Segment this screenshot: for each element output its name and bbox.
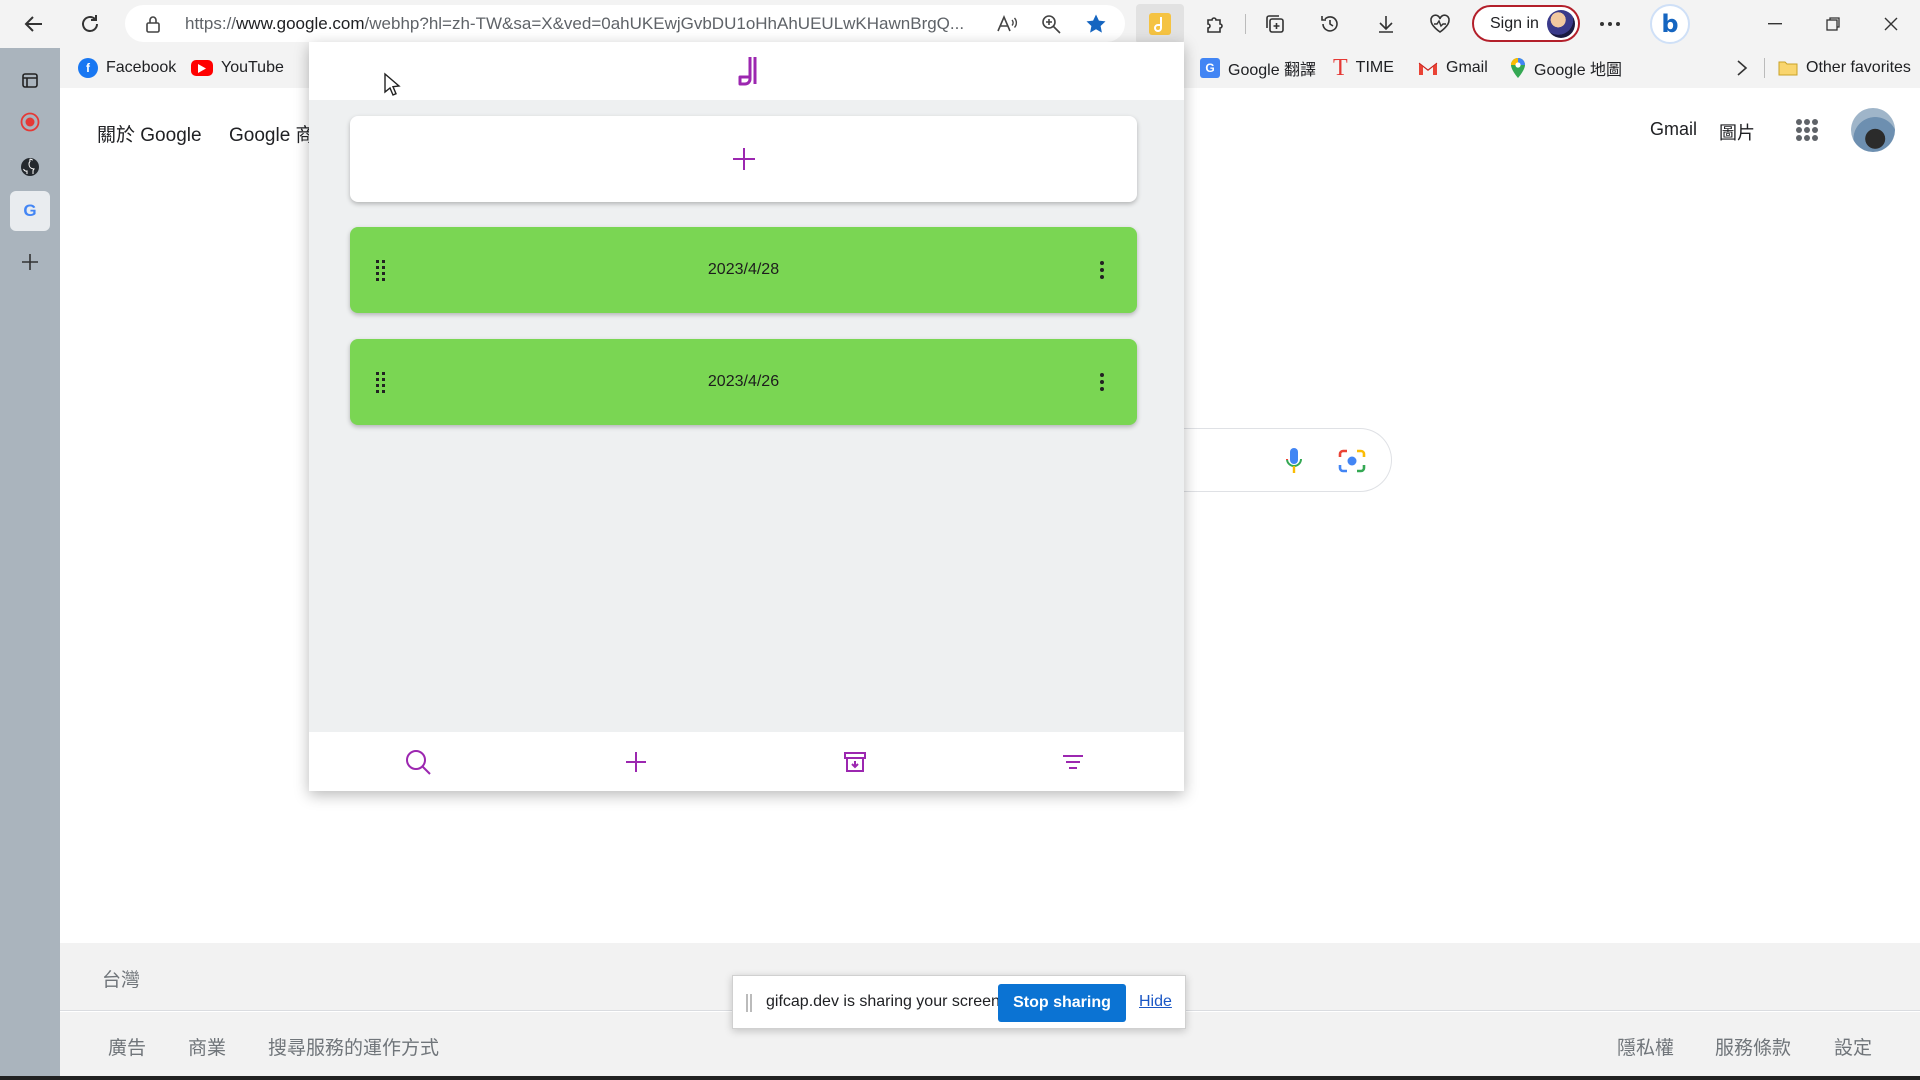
puzzle-icon[interactable] — [1197, 6, 1233, 42]
restore-icon[interactable] — [1810, 8, 1856, 40]
download-icon[interactable] — [1368, 6, 1404, 42]
browser-toolbar: https://www.google.com/webhp?hl=zh-TW&sa… — [0, 0, 1920, 48]
note-card[interactable]: 2023/4/28 — [350, 227, 1137, 313]
microphone-icon[interactable] — [1285, 447, 1303, 475]
more-vertical-icon[interactable] — [1095, 255, 1109, 285]
camera-search-icon[interactable] — [1338, 449, 1366, 473]
search-icon[interactable] — [398, 744, 438, 780]
note-title: 2023/4/28 — [707, 261, 780, 278]
gmail-icon — [1418, 61, 1438, 76]
favorites-divider — [1764, 58, 1765, 78]
sharing-message: gifcap.dev is sharing your screen. — [766, 993, 1005, 1010]
google-maps-icon — [1510, 57, 1526, 79]
google-store-link[interactable]: Google 商 — [229, 120, 309, 147]
google-translate-icon: G — [1200, 58, 1220, 78]
tab-google-icon[interactable]: G — [10, 191, 50, 231]
footer-how-search-works-link[interactable]: 搜尋服務的運作方式 — [268, 1033, 439, 1060]
favorite-label: TIME — [1355, 59, 1394, 76]
screen-sharing-bar: gifcap.dev is sharing your screen. Stop … — [732, 975, 1186, 1029]
menu-icon[interactable] — [1053, 744, 1093, 780]
close-icon[interactable] — [1868, 8, 1914, 40]
hide-link[interactable]: Hide — [1139, 993, 1172, 1011]
mouse-cursor — [383, 72, 403, 98]
zoom-icon[interactable] — [1039, 12, 1063, 36]
app-logo-icon — [733, 55, 761, 87]
profile-avatar — [1547, 10, 1575, 38]
favorite-time[interactable]: T TIME — [1333, 54, 1394, 81]
note-title: 2023/4/26 — [707, 373, 780, 390]
footer-business-link[interactable]: 商業 — [188, 1033, 226, 1060]
bing-icon[interactable]: b — [1650, 4, 1690, 44]
drag-grip-icon[interactable] — [746, 994, 752, 1012]
about-google-link[interactable]: 關於 Google — [97, 120, 202, 147]
time-icon: T — [1333, 54, 1348, 81]
favorite-google-translate[interactable]: G Google 翻譯 — [1200, 56, 1316, 80]
tab-actions-icon[interactable] — [10, 60, 50, 100]
add-icon[interactable] — [616, 744, 656, 780]
extension-icon[interactable] — [1136, 4, 1184, 44]
google-apps-icon[interactable] — [1796, 119, 1818, 141]
favorite-label: Google 翻譯 — [1228, 62, 1317, 79]
reload-icon[interactable] — [72, 6, 108, 42]
youtube-icon — [191, 60, 213, 76]
note-card[interactable]: 2023/4/26 — [350, 339, 1137, 425]
tab-recording-icon[interactable] — [10, 102, 50, 142]
chevron-right-icon[interactable] — [1736, 56, 1748, 80]
vertical-tabs-sidebar: G — [0, 48, 60, 1080]
footer-privacy-link[interactable]: 隱私權 — [1617, 1033, 1674, 1060]
favorite-label: Google 地圖 — [1534, 62, 1623, 79]
favorite-google-maps[interactable]: Google 地圖 — [1510, 56, 1622, 80]
lock-icon[interactable] — [145, 15, 161, 33]
more-vertical-icon[interactable] — [1095, 367, 1109, 397]
history-icon[interactable] — [1312, 6, 1348, 42]
favorite-gmail[interactable]: Gmail — [1418, 56, 1488, 80]
back-arrow-icon[interactable] — [16, 6, 52, 42]
other-favorites-label: Other favorites — [1806, 59, 1911, 76]
favorite-label: YouTube — [221, 59, 284, 76]
stop-sharing-button[interactable]: Stop sharing — [998, 984, 1126, 1022]
tab-github-icon[interactable] — [10, 147, 50, 187]
other-favorites[interactable]: Other favorites — [1778, 56, 1911, 80]
toolbar-divider — [1245, 14, 1246, 34]
images-link[interactable]: 圖片 — [1719, 119, 1755, 145]
new-tab-icon[interactable] — [10, 242, 50, 282]
heartbeat-icon[interactable] — [1422, 6, 1458, 42]
favorite-label: Gmail — [1446, 59, 1488, 76]
star-icon[interactable] — [1084, 12, 1108, 36]
footer-terms-link[interactable]: 服務條款 — [1715, 1033, 1791, 1060]
read-aloud-icon[interactable] — [995, 12, 1019, 36]
favorite-label: Facebook — [106, 59, 177, 76]
notes-extension-popup: 2023/4/28 2023/4/26 — [309, 42, 1184, 791]
facebook-icon: f — [78, 58, 98, 78]
archive-icon[interactable] — [835, 744, 875, 780]
popup-header — [309, 42, 1184, 100]
sign-in-button[interactable]: Sign in — [1472, 5, 1580, 42]
more-icon[interactable] — [1592, 6, 1628, 42]
screen-bottom-edge — [0, 1076, 1920, 1080]
plus-icon — [731, 146, 757, 172]
gmail-link[interactable]: Gmail — [1650, 119, 1697, 140]
popup-bottom-nav — [309, 732, 1184, 791]
collections-icon[interactable] — [1257, 6, 1293, 42]
address-bar[interactable]: https://www.google.com/webhp?hl=zh-TW&sa… — [125, 5, 1125, 42]
minimize-icon[interactable] — [1752, 8, 1798, 40]
sign-in-label: Sign in — [1490, 14, 1539, 32]
footer-advertising-link[interactable]: 廣告 — [108, 1033, 146, 1060]
footer-settings-link[interactable]: 設定 — [1834, 1033, 1872, 1060]
add-note-card[interactable] — [350, 116, 1137, 202]
folder-icon — [1778, 60, 1798, 76]
favorite-youtube[interactable]: YouTube — [191, 56, 284, 80]
url-text[interactable]: https://www.google.com/webhp?hl=zh-TW&sa… — [185, 14, 1105, 34]
footer-country: 台灣 — [102, 970, 141, 991]
account-avatar[interactable] — [1851, 108, 1895, 152]
favorite-facebook[interactable]: f Facebook — [78, 56, 176, 80]
